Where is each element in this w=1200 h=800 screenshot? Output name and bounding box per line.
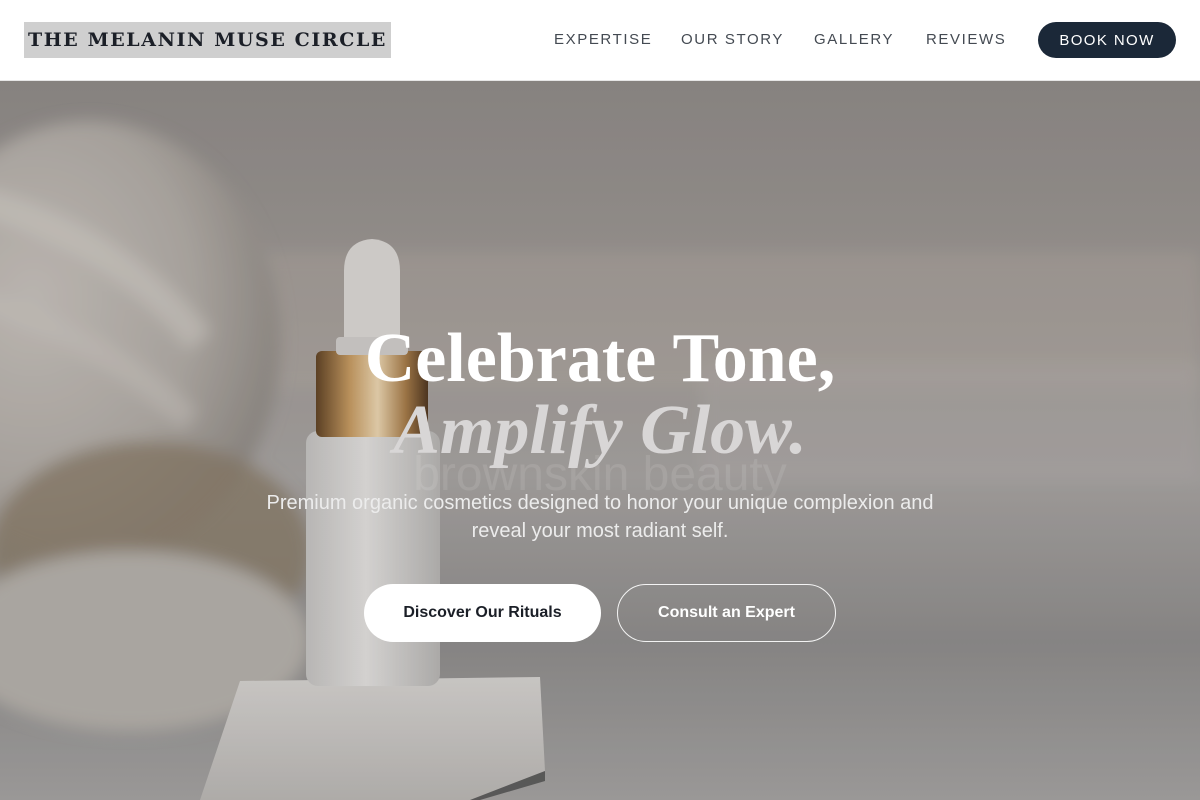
book-now-button[interactable]: BOOK NOW	[1038, 22, 1176, 58]
nav-link-gallery[interactable]: GALLERY	[814, 31, 894, 49]
consult-expert-button[interactable]: Consult an Expert	[617, 584, 836, 642]
hero-content: Celebrate Tone, brownskin beauty Amplify…	[0, 81, 1200, 800]
brand-logo[interactable]: THE MELANIN MUSE CIRCLE	[24, 22, 391, 58]
hero-title-line2: Amplify Glow.	[393, 392, 807, 469]
discover-rituals-button[interactable]: Discover Our Rituals	[364, 584, 601, 642]
hero-subtitle: Premium organic cosmetics designed to ho…	[266, 492, 934, 542]
hero-section: Celebrate Tone, brownskin beauty Amplify…	[0, 81, 1200, 800]
nav-link-our-story[interactable]: OUR STORY	[681, 31, 784, 49]
nav-link-expertise[interactable]: EXPERTISE	[554, 31, 652, 49]
hero-title-line1: Celebrate Tone,	[364, 320, 836, 397]
nav-link-reviews[interactable]: REVIEWS	[926, 31, 1006, 49]
site-header: THE MELANIN MUSE CIRCLE EXPERTISE OUR ST…	[0, 0, 1200, 81]
